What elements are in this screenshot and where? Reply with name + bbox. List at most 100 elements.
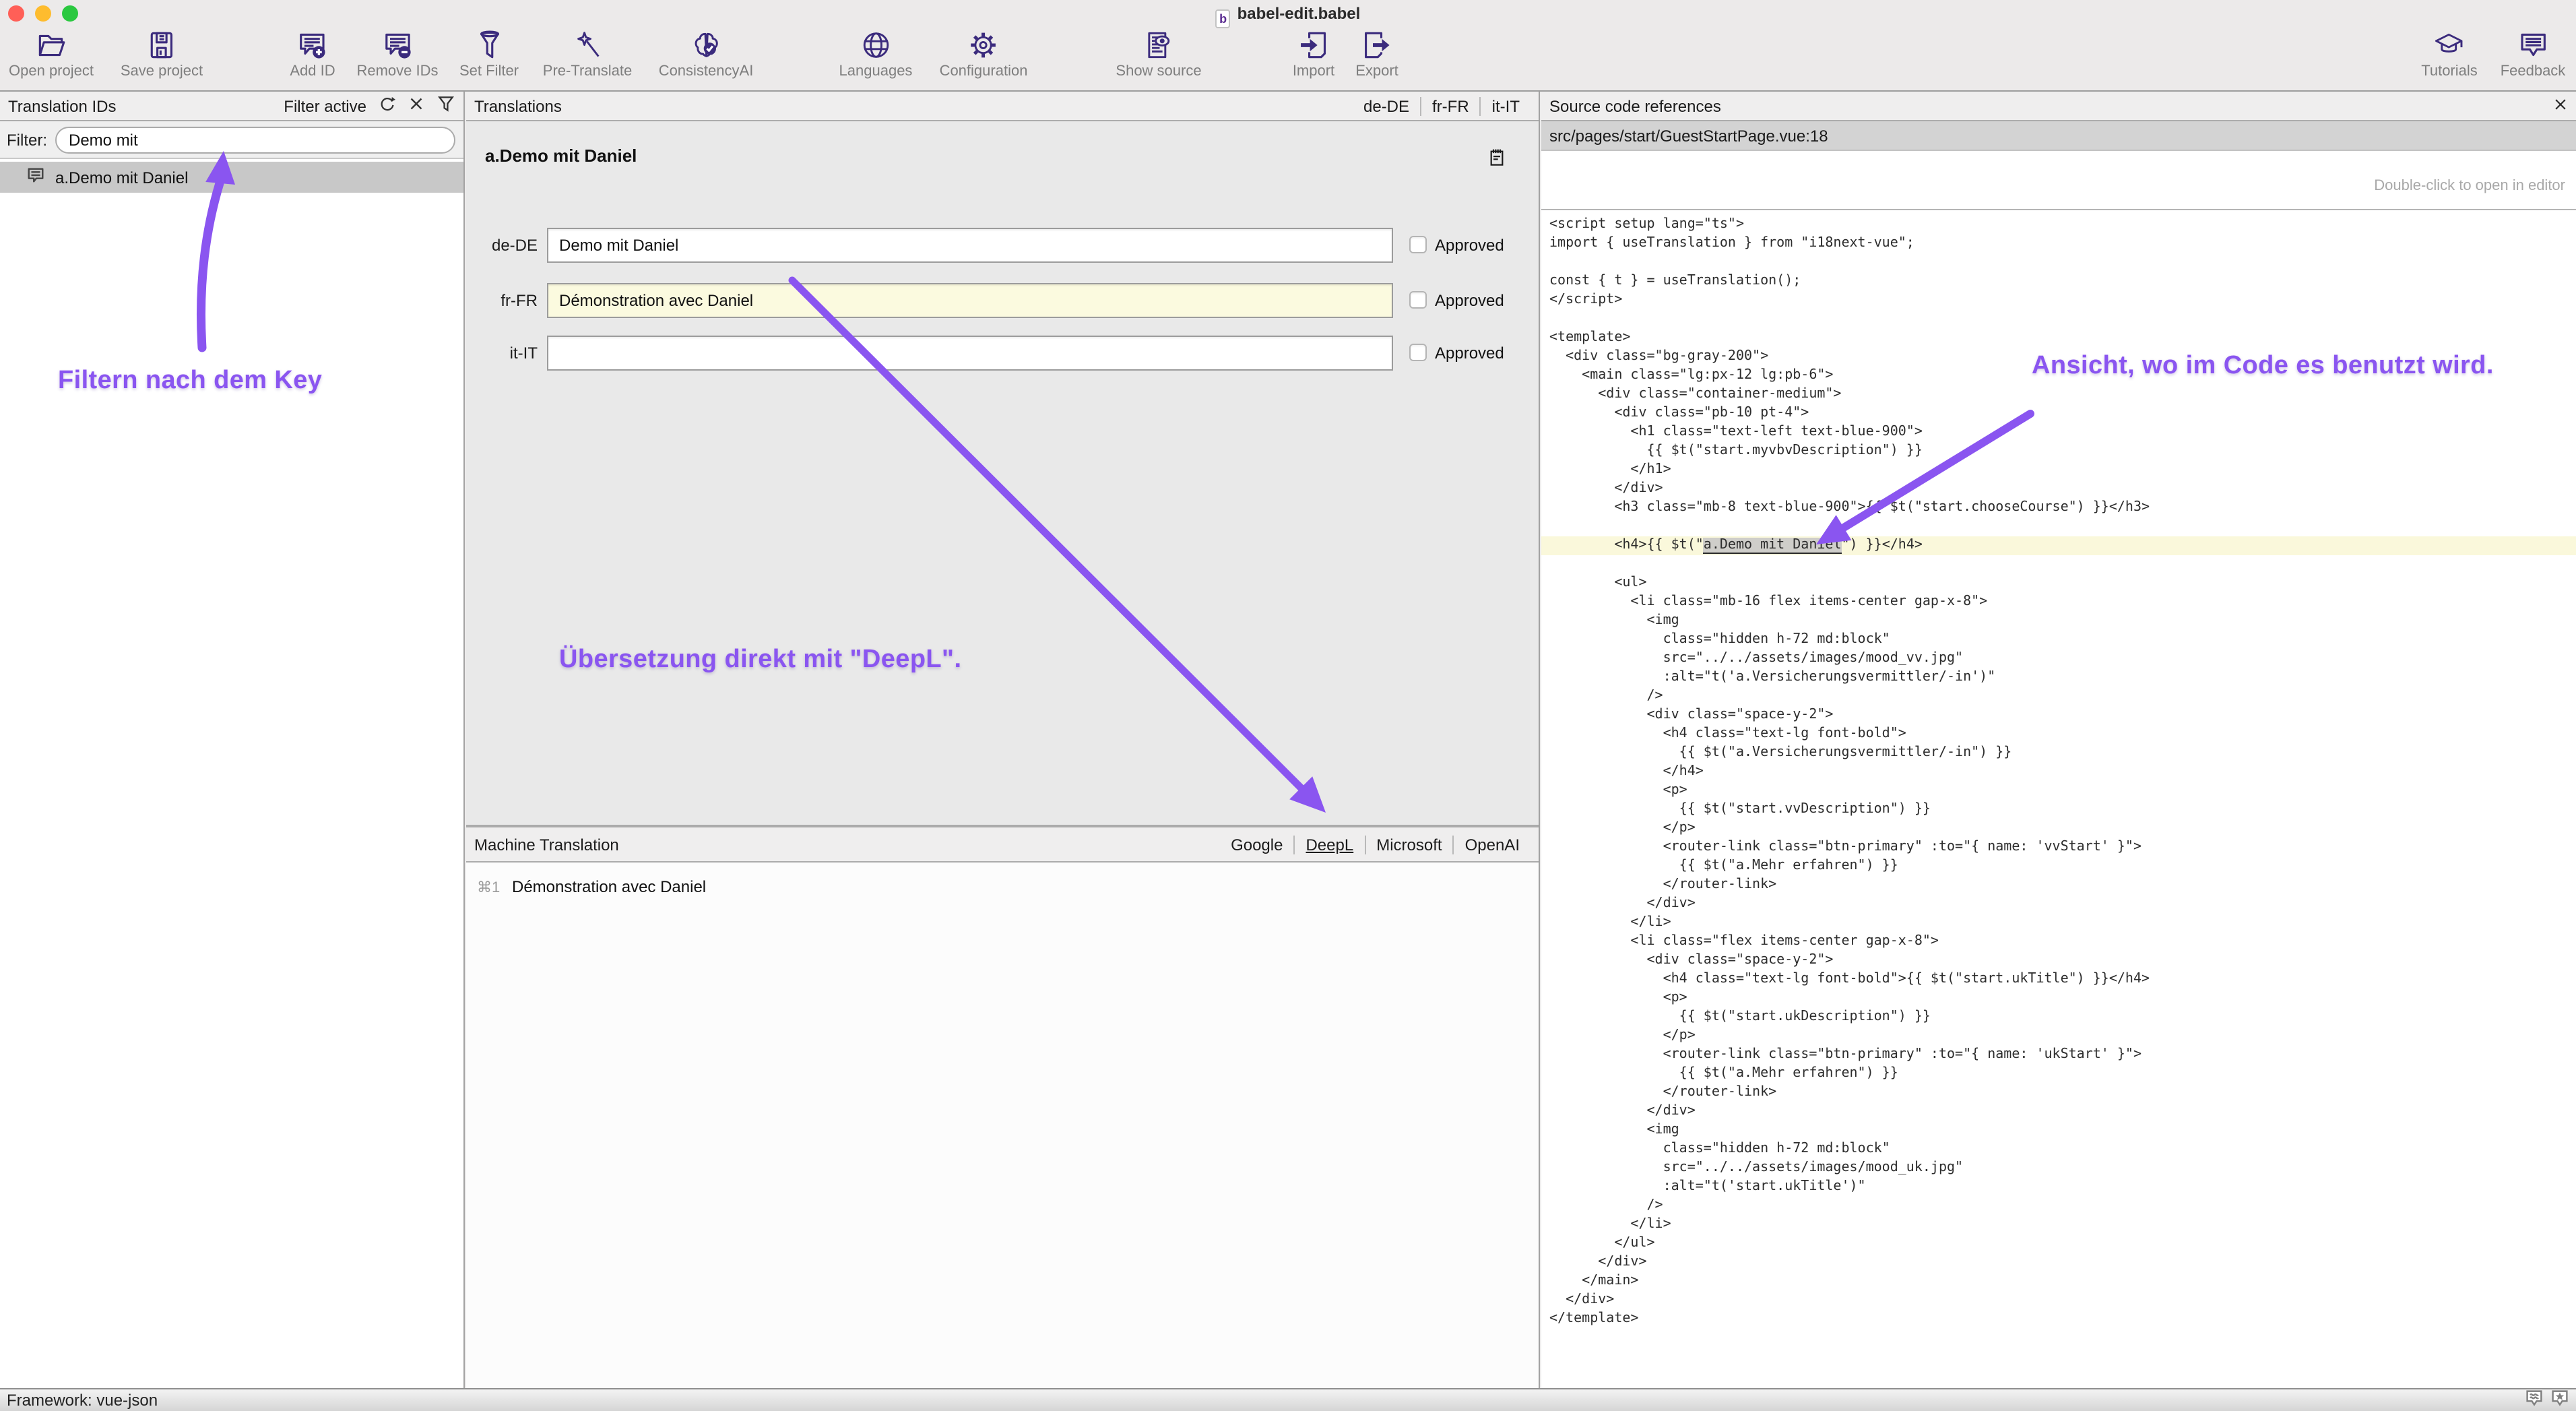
translation-input-fr-FR[interactable] — [547, 283, 1393, 318]
toolbar-label: Save project — [121, 63, 203, 80]
toolbar-button-pre-translate[interactable]: Pre-Translate — [543, 28, 632, 80]
toolbar-label: Export — [1355, 63, 1398, 80]
code-line: <template> — [1549, 329, 2576, 348]
toolbar-label: Languages — [839, 63, 913, 80]
filter-active-label: Filter active — [284, 96, 366, 115]
pre-translate-icon — [571, 28, 604, 62]
translation-id-list: a.Demo mit Daniel — [0, 159, 463, 1388]
toolbar-button-tutorials[interactable]: Tutorials — [2421, 28, 2478, 80]
toolbar-button-add-id[interactable]: Add ID — [290, 28, 335, 80]
code-line: {{ $t("start.vvDescription") }} — [1549, 801, 2576, 819]
provider-tab-google[interactable]: Google — [1220, 835, 1293, 854]
open-project-icon — [34, 28, 68, 62]
code-line: <p> — [1549, 782, 2576, 801]
add-id-icon — [296, 28, 329, 62]
code-line: class="hidden h-72 md:block" — [1549, 1140, 2576, 1159]
code-line: </div> — [1549, 1102, 2576, 1121]
code-line: <li class="mb-16 flex items-center gap-x… — [1549, 593, 2576, 612]
notes-icon[interactable] — [1487, 147, 1506, 174]
filter-funnel-icon[interactable] — [437, 94, 455, 117]
toolbar-button-show-source[interactable]: Show source — [1116, 28, 1201, 80]
code-line: <h1 class="text-left text-blue-900"> — [1549, 423, 2576, 442]
toolbar-label: Import — [1293, 63, 1334, 80]
filter-input[interactable] — [55, 127, 455, 154]
translation-id-label: a.Demo mit Daniel — [55, 168, 188, 187]
code-line: </router-link> — [1549, 876, 2576, 895]
code-line: <div class="pb-10 pt-4"> — [1549, 404, 2576, 423]
toolbar-button-languages[interactable]: Languages — [839, 28, 913, 80]
translation-ids-header: Translation IDs Filter active — [0, 92, 463, 121]
code-line: {{ $t("a.Mehr erfahren") }} — [1549, 857, 2576, 876]
toolbar-button-configuration[interactable]: Configuration — [940, 28, 1028, 80]
save-project-icon — [145, 28, 179, 62]
toolbar-button-save-project[interactable]: Save project — [121, 28, 203, 80]
toolbar-button-set-filter[interactable]: Set Filter — [459, 28, 519, 80]
translation-input-de-DE[interactable] — [547, 228, 1393, 263]
language-tab-it-it[interactable]: it-IT — [1480, 96, 1531, 115]
toolbar-label: Show source — [1116, 63, 1201, 80]
status-star-bubble-icon[interactable] — [2550, 1389, 2569, 1411]
panel-title-machine-translation: Machine Translation — [474, 835, 619, 854]
language-tab-de-de[interactable]: de-DE — [1353, 96, 1420, 115]
translations-header: Translations de-DEfr-FRit-IT — [466, 92, 1539, 121]
language-tabbar: de-DEfr-FRit-IT — [1353, 92, 1531, 120]
toolbar: Open project Save project Add ID Remove IDs… — [0, 27, 2576, 90]
show-source-icon — [1142, 28, 1176, 62]
code-line: <h3 class="mb-8 text-blue-900">{{ $t("st… — [1549, 499, 2576, 518]
language-label-de-DE: de-DE — [466, 228, 538, 263]
translation-id-item[interactable]: a.Demo mit Daniel — [0, 162, 463, 193]
code-line: </main> — [1549, 1272, 2576, 1291]
code-line: </div> — [1549, 480, 2576, 499]
toolbar-label: Configuration — [940, 63, 1028, 80]
panel-title-source-code: Source code references — [1549, 96, 1721, 115]
mt-shortcut-label: ⌘1 — [477, 878, 507, 896]
code-line: </div> — [1549, 1253, 2576, 1272]
translations-editor: a.Demo mit Daniel de-DEApprovedfr-FRAppr… — [466, 121, 1539, 825]
toolbar-button-feedback[interactable]: Feedback — [2501, 28, 2566, 80]
source-file-reference[interactable]: src/pages/start/GuestStartPage.vue:18 — [1541, 121, 2576, 151]
code-line — [1549, 518, 2576, 536]
approved-checkbox-fr-FR[interactable] — [1409, 291, 1427, 309]
annotation-deepl-text: Übersetzung direkt mit "DeepL". — [559, 646, 961, 675]
code-line: </li> — [1549, 1216, 2576, 1234]
language-tab-fr-fr[interactable]: fr-FR — [1420, 96, 1480, 115]
code-line: </p> — [1549, 1027, 2576, 1046]
toolbar-button-import[interactable]: Import — [1293, 28, 1334, 80]
status-bar: Framework: vue-json — [0, 1388, 2576, 1411]
translation-ids-panel: Translation IDs Filter active Filter: a.… — [0, 92, 465, 1388]
code-line: <router-link class="btn-primary" :to="{ … — [1549, 838, 2576, 857]
code-line: </h1> — [1549, 461, 2576, 480]
status-translation-bubble-icon[interactable] — [2525, 1389, 2544, 1411]
entry-key-heading: a.Demo mit Daniel — [485, 146, 637, 166]
refresh-icon[interactable] — [379, 95, 396, 117]
code-line: </div> — [1549, 895, 2576, 914]
provider-tab-openai[interactable]: OpenAI — [1453, 835, 1531, 854]
provider-tab-deepl[interactable]: DeepL — [1293, 835, 1364, 854]
filter-row: Filter: — [0, 121, 463, 159]
export-icon — [1360, 28, 1394, 62]
document-icon: b — [1216, 9, 1231, 28]
languages-icon — [859, 28, 893, 62]
toolbar-button-consistencyai[interactable]: ConsistencyAI — [659, 28, 754, 80]
mt-suggestion[interactable]: ⌘1 Démonstration avec Daniel — [466, 875, 1539, 899]
code-line: <img — [1549, 612, 2576, 631]
framework-label: Framework: vue-json — [7, 1391, 158, 1410]
clear-filter-icon[interactable] — [408, 96, 424, 116]
approved-label: Approved — [1435, 336, 1504, 371]
approved-checkbox-it-IT[interactable] — [1409, 344, 1427, 361]
toolbar-button-remove-ids[interactable]: Remove IDs — [356, 28, 438, 80]
toolbar-label: Set Filter — [459, 63, 519, 80]
toolbar-button-export[interactable]: Export — [1355, 28, 1398, 80]
toolbar-label: Remove IDs — [356, 63, 438, 80]
translation-input-it-IT[interactable] — [547, 336, 1393, 371]
provider-tab-microsoft[interactable]: Microsoft — [1364, 835, 1452, 854]
close-panel-icon[interactable] — [2553, 96, 2568, 115]
titlebar-toolbar: bbabel-edit.babel Open projectSave proje… — [0, 0, 2576, 92]
toolbar-label: Tutorials — [2421, 63, 2478, 80]
code-line: <div class="space-y-2"> — [1549, 951, 2576, 970]
toolbar-button-open-project[interactable]: Open project — [9, 28, 94, 80]
source-code-view[interactable]: <script setup lang="ts">import { useTran… — [1541, 210, 2576, 1388]
code-line: src="../../assets/images/mood_uk.jpg" — [1549, 1159, 2576, 1178]
language-label-it-IT: it-IT — [466, 336, 538, 371]
approved-checkbox-de-DE[interactable] — [1409, 236, 1427, 253]
